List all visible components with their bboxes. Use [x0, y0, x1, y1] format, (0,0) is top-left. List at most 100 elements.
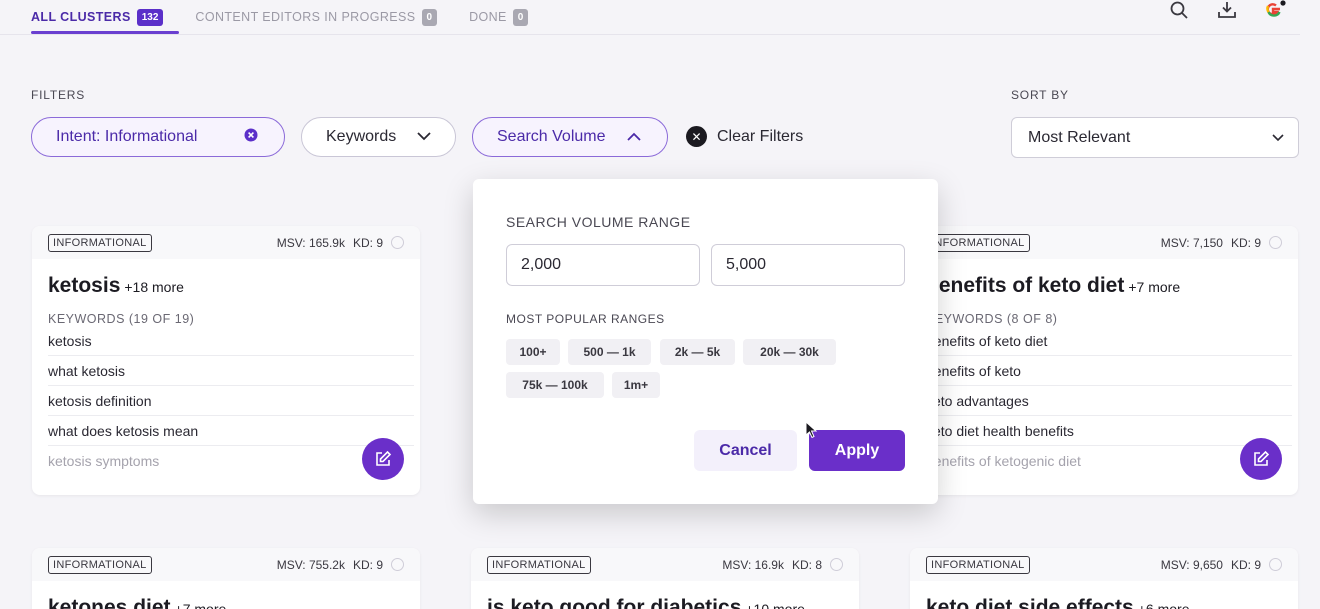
card-title-text: is keto good for diabetics: [487, 596, 742, 609]
tab-all-clusters[interactable]: ALL CLUSTERS 132: [31, 0, 180, 34]
card-more-count: +7 more: [1128, 279, 1181, 295]
intent-badge: INFORMATIONAL: [48, 233, 152, 252]
chevron-down-icon: [417, 128, 431, 146]
search-volume-filter-dropdown[interactable]: Search Volume: [472, 117, 668, 157]
edit-icon: [376, 450, 392, 466]
keyword-item: keto diet health benefits: [926, 416, 1292, 446]
popover-title: SEARCH VOLUME RANGE: [506, 214, 691, 230]
toolbar-icons: [1168, 0, 1286, 20]
card-header: INFORMATIONAL MSV: 9,650 KD: 9: [910, 548, 1298, 581]
cluster-card[interactable]: INFORMATIONAL MSV: 7,150 KD: 9 benefits …: [910, 226, 1298, 495]
msv-value: MSV: 9,650: [1160, 557, 1223, 572]
remove-filter-icon[interactable]: [244, 128, 258, 147]
close-icon: ✕: [686, 126, 707, 147]
intent-badge: INFORMATIONAL: [48, 555, 152, 574]
sort-select[interactable]: Most Relevant: [1011, 117, 1299, 158]
cluster-card[interactable]: INFORMATIONAL MSV: 755.2k KD: 9 ketones …: [32, 548, 420, 609]
card-more-count: +18 more: [124, 279, 184, 295]
tab-label: DONE: [469, 10, 507, 24]
intent-badge: INFORMATIONAL: [487, 555, 591, 574]
card-title: is keto good for diabetics +10 more: [471, 581, 859, 609]
tab-done[interactable]: DONE 0: [469, 0, 529, 34]
range-chip[interactable]: 1m+: [612, 372, 660, 398]
clear-filters-label: Clear Filters: [717, 127, 804, 145]
google-icon[interactable]: [1264, 0, 1286, 21]
apply-button[interactable]: Apply: [809, 430, 905, 471]
card-metrics: MSV: 9,650 KD: 9: [1161, 558, 1282, 572]
keyword-item: benefits of keto: [926, 356, 1292, 386]
popular-ranges-label: MOST POPULAR RANGES: [506, 312, 665, 326]
keywords-filter-dropdown[interactable]: Keywords: [301, 117, 456, 157]
keyword-item: ketosis: [48, 326, 414, 356]
clear-filters-button[interactable]: ✕ Clear Filters: [686, 126, 803, 147]
card-title-text: ketosis: [48, 274, 121, 297]
max-volume-input[interactable]: [711, 244, 905, 286]
card-metrics: MSV: 165.9k KD: 9: [277, 236, 404, 250]
edit-cluster-button[interactable]: [362, 438, 404, 480]
card-header: INFORMATIONAL MSV: 165.9k KD: 9: [32, 226, 420, 259]
range-chip[interactable]: 20k — 30k: [743, 339, 836, 365]
tab-content-editors-in-progress[interactable]: CONTENT EDITORS IN PROGRESS 0: [195, 0, 438, 34]
tabs-divider: [0, 34, 1300, 35]
kd-indicator-icon: [830, 558, 843, 571]
card-metrics: MSV: 755.2k KD: 9: [277, 558, 404, 572]
kd-value: KD: 9: [1230, 235, 1261, 250]
msv-value: MSV: 165.9k: [276, 235, 345, 250]
cluster-card[interactable]: INFORMATIONAL MSV: 165.9k KD: 9 ketosis +…: [32, 226, 420, 495]
msv-value: MSV: 7,150: [1160, 235, 1223, 250]
card-more-count: +6 more: [1137, 601, 1190, 609]
sort-by-label: SORT BY: [1011, 88, 1069, 102]
keyword-item: ketosis symptoms: [48, 453, 160, 469]
keyword-item: benefits of ketogenic diet: [926, 453, 1081, 469]
tab-count-badge: 0: [421, 8, 438, 26]
search-volume-popover: SEARCH VOLUME RANGE MOST POPULAR RANGES …: [473, 179, 938, 504]
keyword-item: what ketosis: [48, 356, 414, 386]
msv-value: MSV: 16.9k: [722, 557, 784, 572]
cursor-icon: [805, 421, 817, 439]
range-chip[interactable]: 500 — 1k: [568, 339, 651, 365]
chevron-up-icon: [627, 128, 641, 146]
intent-filter-chip[interactable]: Intent: Informational: [31, 117, 285, 157]
tab-label: CONTENT EDITORS IN PROGRESS: [195, 10, 416, 24]
range-chip[interactable]: 2k — 5k: [660, 339, 735, 365]
intent-badge: INFORMATIONAL: [926, 233, 1030, 252]
edit-cluster-button[interactable]: [1240, 438, 1282, 480]
kd-value: KD: 8: [791, 557, 822, 572]
card-more-count: +10 more: [745, 601, 805, 609]
card-metrics: MSV: 7,150 KD: 9: [1161, 236, 1282, 250]
kd-indicator-icon: [1269, 558, 1282, 571]
card-title: ketones diet +7 more: [32, 581, 420, 609]
kd-value: KD: 9: [352, 557, 383, 572]
intent-filter-label: Intent: Informational: [56, 128, 198, 145]
tab-count-badge: 0: [512, 8, 529, 26]
cancel-button[interactable]: Cancel: [694, 430, 797, 471]
min-volume-input[interactable]: [506, 244, 700, 286]
keywords-header: KEYWORDS (8 OF 8): [926, 312, 1058, 326]
kd-value: KD: 9: [352, 235, 383, 250]
kd-value: KD: 9: [1230, 557, 1261, 572]
kd-indicator-icon: [391, 236, 404, 249]
tab-label: ALL CLUSTERS: [31, 10, 131, 24]
cluster-card[interactable]: INFORMATIONAL MSV: 16.9k KD: 8 is keto g…: [471, 548, 859, 609]
card-header: INFORMATIONAL MSV: 7,150 KD: 9: [910, 226, 1298, 259]
search-icon[interactable]: [1168, 0, 1190, 21]
card-more-count: +7 more: [174, 601, 227, 609]
intent-badge: INFORMATIONAL: [926, 555, 1030, 574]
tab-count-badge: 132: [136, 8, 164, 26]
cluster-card[interactable]: INFORMATIONAL MSV: 9,650 KD: 9 keto diet…: [910, 548, 1298, 609]
keyword-item: keto advantages: [926, 386, 1292, 416]
search-volume-filter-label: Search Volume: [497, 128, 606, 145]
keyword-item: benefits of keto diet: [926, 326, 1292, 356]
keywords-header: KEYWORDS (19 OF 19): [48, 312, 195, 326]
range-chip[interactable]: 100+: [506, 339, 560, 365]
card-title-text: ketones diet: [48, 596, 171, 609]
card-header: INFORMATIONAL MSV: 16.9k KD: 8: [471, 548, 859, 581]
card-title-text: benefits of keto diet: [926, 274, 1125, 297]
download-icon[interactable]: [1216, 0, 1238, 21]
card-metrics: MSV: 16.9k KD: 8: [722, 558, 843, 572]
range-chip[interactable]: 75k — 100k: [506, 372, 604, 398]
card-title: keto diet side effects +6 more: [910, 581, 1298, 609]
keywords-filter-label: Keywords: [326, 128, 397, 145]
chevron-down-icon: [1272, 129, 1284, 147]
kd-indicator-icon: [1269, 236, 1282, 249]
